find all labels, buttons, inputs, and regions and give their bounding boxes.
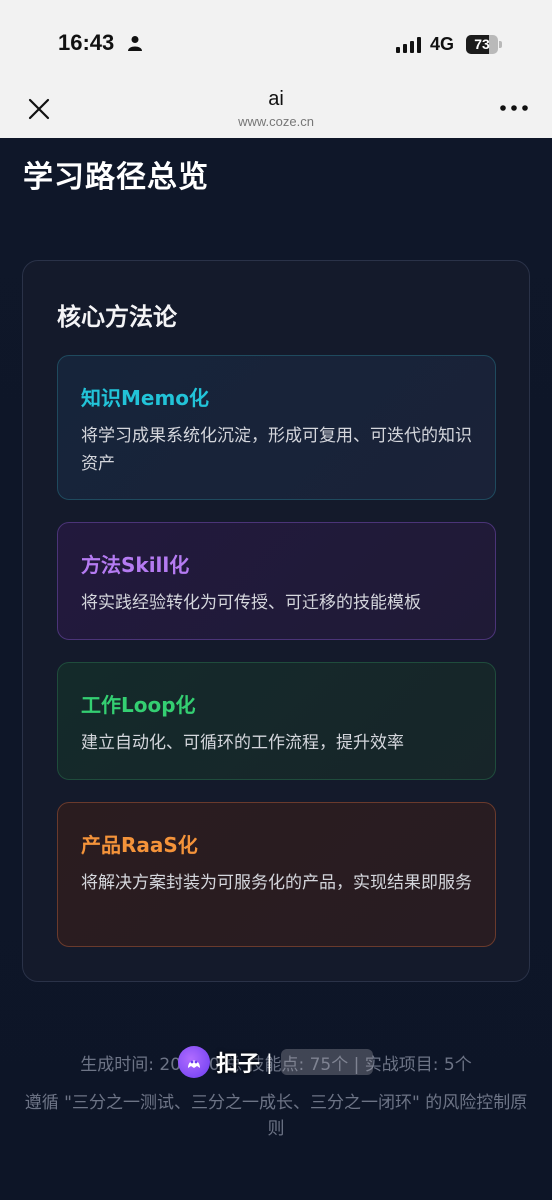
brand-name: 扣子 bbox=[216, 1052, 261, 1077]
brand-separator: | bbox=[266, 1050, 273, 1074]
status-bar: 16:43 4G 73 bbox=[0, 0, 552, 88]
card-title: 知识Memo化 bbox=[81, 386, 210, 410]
card-description: 将学习成果系统化沉淀，形成可复用、可迭代的知识资产 bbox=[81, 426, 472, 474]
card-title: 工作Loop化 bbox=[81, 693, 196, 717]
battery-level: 73 bbox=[474, 36, 490, 52]
brand-blurred-label bbox=[280, 1049, 373, 1075]
coze-logo-icon bbox=[178, 1046, 210, 1078]
battery-icon: 73 bbox=[466, 35, 502, 54]
card-title: 方法Skill化 bbox=[81, 553, 190, 577]
page-url: www.coze.cn bbox=[238, 114, 314, 129]
methodology-panel: 核心方法论 知识Memo化 将学习成果系统化沉淀，形成可复用、可迭代的知识资产 … bbox=[22, 260, 530, 982]
card-description: 建立自动化、可循环的工作流程，提升效率 bbox=[81, 733, 404, 753]
card-skill: 方法Skill化 将实践经验转化为可传授、可迁移的技能模板 bbox=[57, 522, 496, 640]
coze-brand-badge[interactable]: 扣子 | bbox=[178, 1044, 373, 1080]
page-title: ai bbox=[268, 88, 284, 110]
card-description: 将解决方案封装为可服务化的产品，实现结果即服务 bbox=[81, 873, 472, 893]
page-content: 学习路径总览 核心方法论 知识Memo化 将学习成果系统化沉淀，形成可复用、可迭… bbox=[0, 138, 552, 1200]
more-options-icon[interactable] bbox=[496, 96, 532, 120]
signal-icon bbox=[396, 37, 421, 53]
footer-principle: 遵循 "三分之一测试、三分之一成长、三分之一闭环" 的风险控制原则 bbox=[24, 1093, 528, 1139]
card-title: 产品RaaS化 bbox=[81, 833, 198, 857]
card-loop: 工作Loop化 建立自动化、可循环的工作流程，提升效率 bbox=[57, 662, 496, 780]
card-raas: 产品RaaS化 将解决方案封装为可服务化的产品，实现结果即服务 bbox=[57, 802, 496, 947]
browser-nav-bar: ai www.coze.cn bbox=[0, 88, 552, 138]
status-time: 16:43 bbox=[58, 30, 115, 55]
person-icon bbox=[128, 36, 142, 51]
network-type: 4G bbox=[430, 34, 455, 54]
panel-title: 核心方法论 bbox=[57, 303, 177, 331]
card-memo: 知识Memo化 将学习成果系统化沉淀，形成可复用、可迭代的知识资产 bbox=[57, 355, 496, 500]
card-description: 将实践经验转化为可传授、可迁移的技能模板 bbox=[81, 593, 421, 613]
section-title: 学习路径总览 bbox=[23, 160, 209, 195]
